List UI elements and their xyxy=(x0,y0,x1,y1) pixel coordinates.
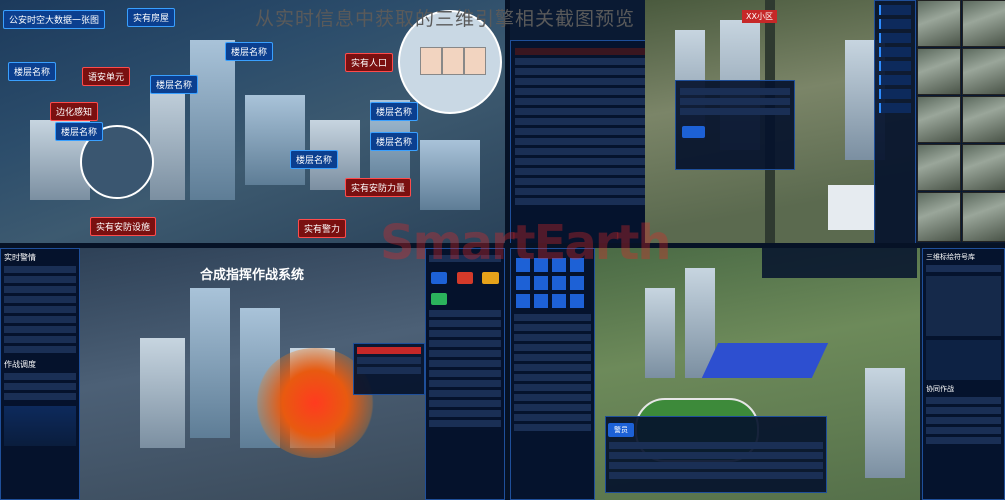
label-security-facility[interactable]: 实有安防设施 xyxy=(90,217,157,236)
panel-command: 实时警情 作战调度 合成指挥作战系统 xyxy=(0,248,505,500)
label-floor[interactable]: 楼层名称 xyxy=(8,62,57,81)
mini-map xyxy=(828,185,876,230)
right-sidebar xyxy=(425,248,505,500)
coop-title: 协同作战 xyxy=(926,385,954,393)
popup-dialog xyxy=(675,80,795,170)
left-title: 实时警情 xyxy=(4,253,36,262)
highlighted-building[interactable] xyxy=(701,343,829,378)
panel-campus: 警员 三维标绘符号库 协同作战 xyxy=(510,248,1005,500)
mini-map xyxy=(926,340,1001,380)
symbol-panel: 三维标绘符号库 协同作战 xyxy=(922,248,1005,500)
label-floor[interactable]: 楼层名称 xyxy=(290,150,339,169)
label-security-force[interactable]: 实有安防力量 xyxy=(345,178,412,197)
bottom-table: 警员 xyxy=(605,416,827,493)
label-floor[interactable]: 楼层名称 xyxy=(370,132,419,151)
action-button[interactable] xyxy=(456,272,473,284)
tool-panel xyxy=(510,248,595,500)
label-floor[interactable]: 楼层名称 xyxy=(225,42,274,61)
label-floor[interactable]: 楼层名称 xyxy=(150,75,199,94)
label-police[interactable]: 实有警力 xyxy=(298,219,347,238)
right-list xyxy=(874,0,916,243)
watermark: SmartEarth xyxy=(380,215,672,271)
left-section: 作战调度 xyxy=(4,360,36,369)
left-sidebar: 实时警情 作战调度 xyxy=(0,248,80,500)
top-toolbar xyxy=(762,248,917,278)
tab-police[interactable]: 警员 xyxy=(608,423,634,437)
header-tag: XX小区 xyxy=(742,10,777,23)
panel-city-labels: 公安时空大数据一张图 实有房屋 楼层名称 语安单元 楼层名称 实有人口 楼层名称… xyxy=(0,0,505,243)
label-perception[interactable]: 边化感知 xyxy=(50,102,99,121)
label-floor[interactable]: 楼层名称 xyxy=(370,102,419,121)
person-popup xyxy=(353,343,425,395)
label-population[interactable]: 实有人口 xyxy=(345,53,394,72)
action-button[interactable] xyxy=(482,272,499,284)
label-housing[interactable]: 实有房屋 xyxy=(127,8,176,27)
label-unit[interactable]: 语安单元 xyxy=(82,67,131,86)
label-floor[interactable]: 楼层名称 xyxy=(55,122,104,141)
data-list-panel xyxy=(510,40,650,243)
panel1-title: 公安时空大数据一张图 xyxy=(3,10,106,29)
symbol-title: 三维标绘符号库 xyxy=(926,253,975,261)
caption: 从实时信息中获取的三维引擎相关截图预览 xyxy=(255,8,636,30)
system-title: 合成指挥作战系统 xyxy=(200,268,305,283)
action-button[interactable] xyxy=(431,293,448,305)
panel-monitor: XX小区 xyxy=(510,0,1005,243)
confirm-button[interactable] xyxy=(682,126,706,138)
action-button[interactable] xyxy=(431,272,448,284)
